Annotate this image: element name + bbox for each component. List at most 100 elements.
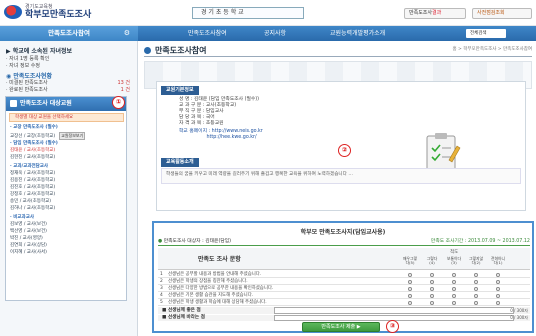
question-text: 선생님은 학생 생활과 학습에 대해 상담해 주셨습니다. <box>168 300 267 305</box>
teacher-item[interactable]: 박진 / 교사(영양) <box>10 236 43 242</box>
site-logo[interactable]: 경기도교육청 학부모만족도조사 <box>4 4 91 20</box>
activity-label: 교육활동소개 <box>161 158 199 167</box>
survey-meta: ● 만족도조사 대상자 : 김태윤(담임) 만족도 조사기간 : 2013.07… <box>158 237 530 246</box>
section-nonsubject: · 비교과교사 <box>10 215 34 220</box>
radio-5[interactable] <box>408 273 412 277</box>
scale-col-4: 그렇다(4) <box>426 256 438 266</box>
radio-1[interactable] <box>496 273 500 277</box>
search-select[interactable]: 전체검색 <box>466 29 506 38</box>
question-row: 1 선생님은 공부할 내용과 방법을 안내해 주셨습니다. <box>158 271 530 278</box>
logo-title: 학부모만족도조사 <box>25 10 92 20</box>
scale-col-3: 보통이다(3) <box>447 256 461 266</box>
teacher-item[interactable]: 김하나 / 교사(초등학교) <box>10 206 55 212</box>
teacher-item[interactable]: 김현진 / 교사(초등학교) <box>10 155 55 161</box>
nav-item-eval-intro[interactable]: 교원능력개발평가소개 <box>330 26 385 41</box>
radio-2[interactable] <box>474 280 478 284</box>
pending-count: 13 건 <box>117 80 130 86</box>
radio-4[interactable] <box>430 294 434 298</box>
teacher-item[interactable]: 김진호 / 교사(초등학교) <box>10 185 55 191</box>
teacher-item-selected[interactable]: 김태윤 / 교사(초등학교) <box>10 148 55 154</box>
survey-period: 만족도 조사기간 : 2013.07.09 ~ 2013.07.12 <box>430 239 530 244</box>
teacher-item[interactable]: 김연희 / 교사(상담) <box>10 243 47 249</box>
section-homeroom: · 담임 만족도조사 (필수) <box>10 141 58 146</box>
question-header: 만족도 조사 문항 척도 매우그렇다(5) 그렇다(4) 보통이다(3) 그렇지… <box>158 248 530 270</box>
result-button-label: 만족도조사 <box>409 10 433 16</box>
result-button-highlight: 결과 <box>432 10 442 16</box>
submit-survey-button[interactable]: 만족도조사 제출 ▶ <box>302 322 380 332</box>
teacher-menu: 만족도조사 대상교원 ∨ 학생별 대상 교원을 선택하세요 · 교장 만족도조사… <box>5 96 127 301</box>
teacher-item[interactable]: 김보영 / 교사(보건) <box>10 222 47 228</box>
precheck-button[interactable]: 사전점검조회 <box>472 8 532 19</box>
radio-2[interactable] <box>474 273 478 277</box>
section-subject: · 교과/교과전담교사 <box>10 164 49 169</box>
radio-3[interactable] <box>452 280 456 284</box>
radio-4[interactable] <box>430 287 434 291</box>
teacher-item[interactable]: 이지혜 / 교사(사서) <box>10 250 47 256</box>
teacher-item[interactable]: 김용진 / 교사(초등학교) <box>10 178 55 184</box>
teacher-info-badge[interactable]: 교원정보보기 <box>59 132 86 140</box>
pending-row[interactable]: · 미결된 만족도조사 13 건 <box>6 79 130 86</box>
radio-3[interactable] <box>452 294 456 298</box>
radio-1[interactable] <box>496 287 500 291</box>
child-edit-link[interactable]: · 자녀 정보 수정 <box>6 62 40 69</box>
teacher-item[interactable]: 송민 / 교사(초등학교) <box>10 199 51 205</box>
radio-4[interactable] <box>430 273 434 277</box>
radio-2[interactable] <box>474 294 478 298</box>
survey-target: 만족도조사 대상자 : 김태윤(담임) <box>163 239 232 244</box>
radio-1[interactable] <box>496 301 500 305</box>
radio-5[interactable] <box>408 294 412 298</box>
question-number: 1 <box>160 272 163 277</box>
teacher-menu-title: 만족도조사 대상교원 <box>20 100 72 107</box>
radio-2[interactable] <box>474 287 478 291</box>
question-row: 3 선생님은 다양한 방법으로 공부한 내용을 확인하셨습니다. <box>158 285 530 292</box>
teacher-item-name: 교장선 / 교장(초등학교) <box>10 134 56 139</box>
radio-3[interactable] <box>452 273 456 277</box>
radio-4[interactable] <box>430 280 434 284</box>
radio-3[interactable] <box>452 287 456 291</box>
divider <box>144 56 532 57</box>
teacher-item[interactable]: 교장선 / 교장(초등학교) 교원정보보기 <box>10 132 86 140</box>
teacher-item[interactable]: 백선영 / 교사(보건) <box>10 229 47 235</box>
radio-1[interactable] <box>496 280 500 284</box>
radio-2[interactable] <box>474 301 478 305</box>
radio-3[interactable] <box>452 301 456 305</box>
main-nav: 만족도조사참여 ⚙ 만족도조사참여 공지사항 교원능력개발평가소개 전체검색 <box>0 26 536 41</box>
child-info-title: ▶ 학교에 소속된 자녀정보 <box>6 48 73 55</box>
nav-item-notice[interactable]: 공지사항 <box>264 26 286 41</box>
title-bullet-icon <box>144 47 151 54</box>
result-button[interactable]: 만족도조사결과 <box>404 8 466 19</box>
radio-4[interactable] <box>430 301 434 305</box>
teacher-item[interactable]: 정재욱 / 교사(초등학교) <box>10 171 55 177</box>
child-confirm-link[interactable]: · 자녀 1명 등록 확인 <box>6 55 49 62</box>
nav-left-title[interactable]: 만족도조사참여 ⚙ <box>0 26 138 41</box>
question-text: 선생님은 학생의 장점을 칭찬해 주셨습니다. <box>168 279 248 284</box>
done-row[interactable]: · 완료된 만족도조사 1 건 <box>6 86 130 93</box>
nav-left-label: 만족도조사참여 <box>48 29 90 37</box>
main-content: 만족도조사참여 홈 > 학부모만족도조사 > 만족도조사참여 교원기본정보 성 … <box>140 41 536 336</box>
radio-5[interactable] <box>408 280 412 284</box>
question-header-title: 만족도 조사 문항 <box>198 256 241 263</box>
nav-item-participate[interactable]: 만족도조사참여 <box>188 26 227 41</box>
question-row: 4 선생님은 기본 생활 습관을 지도해 주셨습니다. <box>158 292 530 299</box>
radio-5[interactable] <box>408 301 412 305</box>
page-title-text: 만족도조사참여 <box>155 46 207 55</box>
radio-5[interactable] <box>408 287 412 291</box>
homepage-link-2[interactable]: http://hee.kwe.go.kr/ <box>179 135 256 141</box>
survey-target-icon: ● <box>158 239 163 244</box>
section-principal: · 교장 만족도조사 (필수) <box>10 125 58 130</box>
emblem-icon <box>4 5 22 19</box>
good-points-count: 0 / 300자 <box>510 308 528 313</box>
survey-form: 학부모 만족도조사지(담임교사용) ● 만족도조사 대상자 : 김태윤(담임) … <box>152 221 534 333</box>
breadcrumb: 홈 > 학부모만족도조사 > 만족도조사참여 <box>452 47 532 52</box>
teacher-menu-header[interactable]: 만족도조사 대상교원 ∨ <box>6 97 126 111</box>
school-name-box: 경 기 초 등 학 교 <box>192 7 304 19</box>
annotation-marker-1: ① <box>112 96 125 109</box>
done-count: 1 건 <box>120 87 130 93</box>
question-number: 4 <box>160 293 163 298</box>
good-points-textarea[interactable] <box>274 307 514 314</box>
info-qualification: 자 격 과 목 : 초등교원 <box>179 121 224 126</box>
teacher-item[interactable]: 강정호 / 교사(초등학교) <box>10 192 55 198</box>
survey-title: 학부모 만족도조사지(담임교사용) <box>300 229 386 236</box>
question-number: 5 <box>160 300 163 305</box>
radio-1[interactable] <box>496 294 500 298</box>
